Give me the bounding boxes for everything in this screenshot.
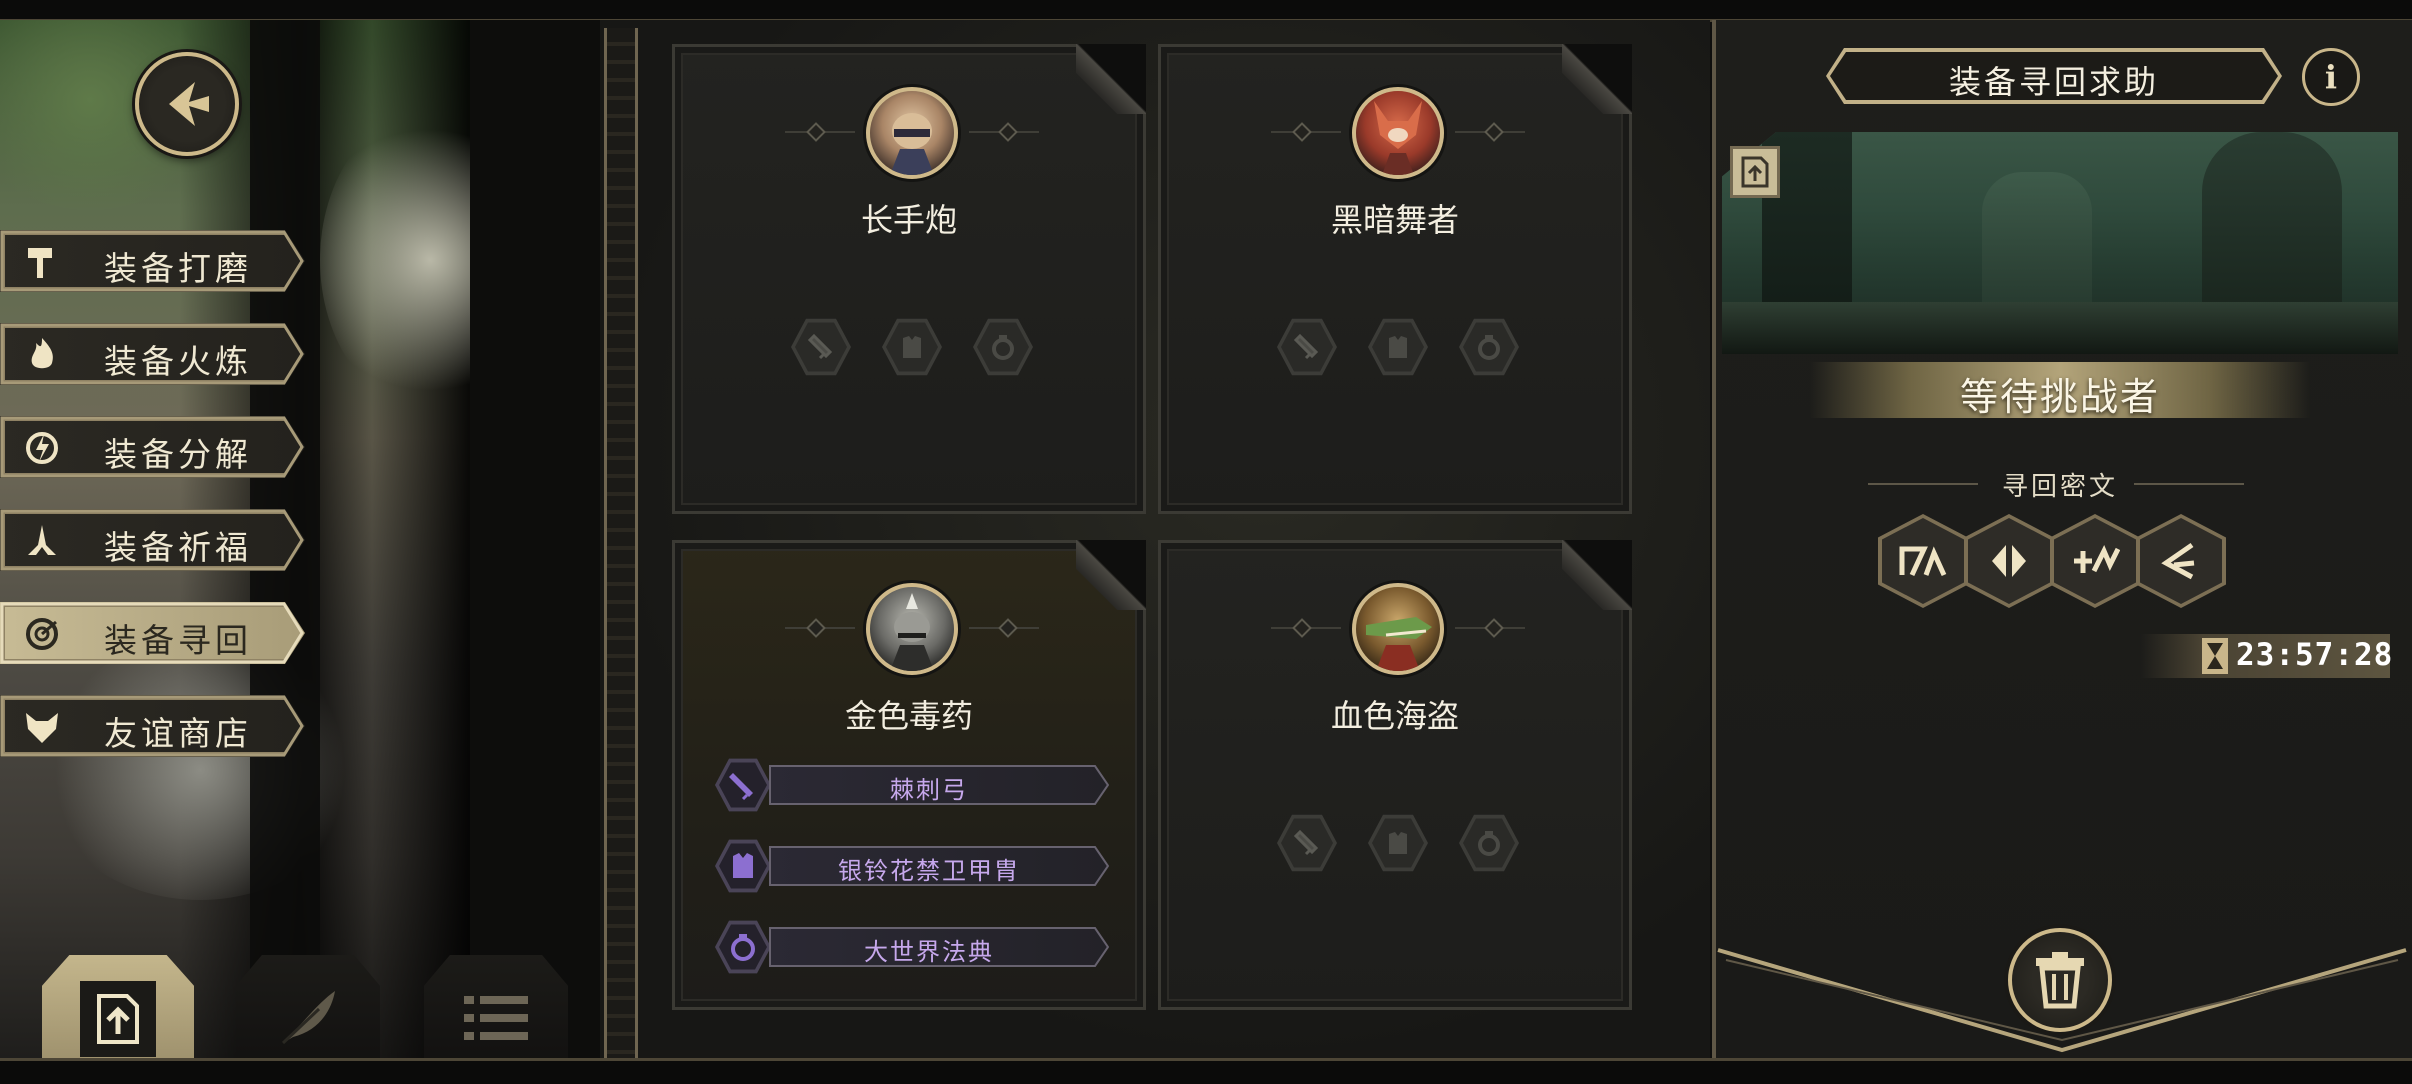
- hero-card-long-gun[interactable]: 长手炮: [672, 44, 1146, 514]
- armor-slot[interactable]: [1368, 814, 1428, 872]
- tab-recall[interactable]: [42, 955, 194, 1065]
- hero-name: 金色毒药: [844, 697, 973, 735]
- hero-card-dark-dancer[interactable]: 黑暗舞者: [1158, 44, 1632, 514]
- rune-1-icon: [1899, 546, 1947, 577]
- rune-4-icon: [2161, 542, 2195, 580]
- armor-slot[interactable]: [1368, 318, 1428, 376]
- ornate-divider: [604, 28, 638, 1058]
- sword-icon: [1293, 333, 1319, 360]
- rune-3-icon: [2074, 545, 2120, 573]
- weapon-slot[interactable]: [1277, 318, 1337, 376]
- sword-icon: [729, 773, 753, 801]
- equipment-name: 棘刺弓: [890, 776, 968, 804]
- equipment-name: 大世界法典: [864, 938, 994, 966]
- trash-icon: [2036, 952, 2084, 1009]
- corner-fold: [1562, 540, 1632, 610]
- list-icon: [464, 996, 528, 1040]
- menu-item-label: 装备打磨: [104, 249, 252, 288]
- menu-item-bless[interactable]: 装备祈福: [0, 509, 305, 571]
- pray-hands-icon: [22, 521, 62, 561]
- ring-slot[interactable]: [1459, 318, 1519, 376]
- menu-item-polish[interactable]: 装备打磨: [0, 230, 305, 292]
- menu-item-label: 装备寻回: [104, 621, 252, 660]
- menu-item-label: 装备祈福: [104, 528, 252, 567]
- corner-fold: [1076, 44, 1146, 114]
- scene-upload-badge[interactable]: [1730, 146, 1780, 198]
- hero-card-golden-poison[interactable]: 金色毒药 棘刺弓 银铃花禁卫甲胄 大世界法典: [672, 540, 1146, 1010]
- corner-fold: [1076, 540, 1146, 610]
- sword-icon: [807, 333, 833, 360]
- ring-slot[interactable]: [1459, 814, 1519, 872]
- hero-name: 长手炮: [860, 201, 957, 239]
- armor-slot[interactable]: [882, 318, 942, 376]
- equipment-name: 银铃花禁卫甲胄: [838, 857, 1020, 885]
- red-fox-dancer-portrait: [1352, 87, 1444, 179]
- menu-item-forge[interactable]: 装备火炼: [0, 323, 305, 385]
- menu-item-friendship-shop[interactable]: 友谊商店: [0, 695, 305, 757]
- info-icon: i: [2324, 58, 2338, 96]
- armor-icon: [733, 853, 753, 878]
- menu-item-recall[interactable]: 装备寻回: [0, 602, 305, 664]
- armor-icon: [903, 336, 921, 358]
- weapon-slot[interactable]: [1277, 814, 1337, 872]
- menu-item-disassemble[interactable]: 装备分解: [0, 416, 305, 478]
- menu-item-label: 友谊商店: [104, 714, 252, 753]
- ring-icon: [1478, 335, 1500, 360]
- armor-slot: [715, 839, 771, 893]
- hero-name: 黑暗舞者: [1330, 201, 1459, 239]
- countdown-timer: 23:57:28: [2236, 637, 2394, 673]
- ring-icon: [992, 335, 1014, 360]
- feather-icon: [281, 991, 335, 1045]
- recall-target-icon: [22, 614, 62, 654]
- challenge-scene-image: [1722, 132, 2398, 354]
- back-button[interactable]: [135, 52, 239, 156]
- panel-title: 装备寻回求助: [1948, 63, 2159, 101]
- hourglass-icon: [2202, 638, 2228, 674]
- upload-doc-icon: [80, 981, 156, 1057]
- ring-icon: [731, 934, 755, 961]
- discard-button[interactable]: [2008, 928, 2112, 1032]
- crocodile-pirate-portrait: [1352, 583, 1444, 675]
- top-frame-border: [0, 0, 2412, 22]
- ring-icon: [1478, 831, 1500, 856]
- tab-list[interactable]: [424, 955, 568, 1065]
- equipment-row-ring[interactable]: 大世界法典: [715, 920, 1115, 974]
- info-button[interactable]: i: [2302, 48, 2360, 106]
- challenge-status: 等待挑战者: [1959, 375, 2160, 419]
- fox-gunner-portrait: [866, 87, 958, 179]
- fox-icon: [22, 707, 62, 747]
- sword-icon: [1293, 829, 1319, 856]
- bottom-frame-border: [0, 1058, 2412, 1084]
- hero-card-blood-pirate[interactable]: 血色海盗: [1158, 540, 1632, 1010]
- menu-item-label: 装备火炼: [104, 342, 252, 381]
- disassemble-icon: [22, 428, 62, 468]
- menu-item-label: 装备分解: [104, 435, 252, 474]
- corner-fold: [1562, 44, 1632, 114]
- armor-icon: [1389, 832, 1407, 854]
- armor-icon: [1389, 336, 1407, 358]
- ring-slot: [715, 920, 771, 974]
- flame-icon: [22, 335, 62, 375]
- equipment-row-armor[interactable]: 银铃花禁卫甲胄: [715, 839, 1115, 893]
- tab-quill[interactable]: [236, 955, 380, 1065]
- weapon-slot: [715, 758, 771, 812]
- weapon-slot[interactable]: [791, 318, 851, 376]
- back-arrow-icon: [169, 82, 209, 126]
- equipment-row-weapon[interactable]: 棘刺弓: [715, 758, 1115, 812]
- ring-slot[interactable]: [973, 318, 1033, 376]
- lizard-poison-portrait: [866, 583, 958, 675]
- upload-doc-icon: [1741, 156, 1769, 188]
- hero-name: 血色海盗: [1330, 697, 1459, 735]
- rune-2-icon: [1992, 545, 2026, 577]
- hammer-icon: [22, 242, 62, 282]
